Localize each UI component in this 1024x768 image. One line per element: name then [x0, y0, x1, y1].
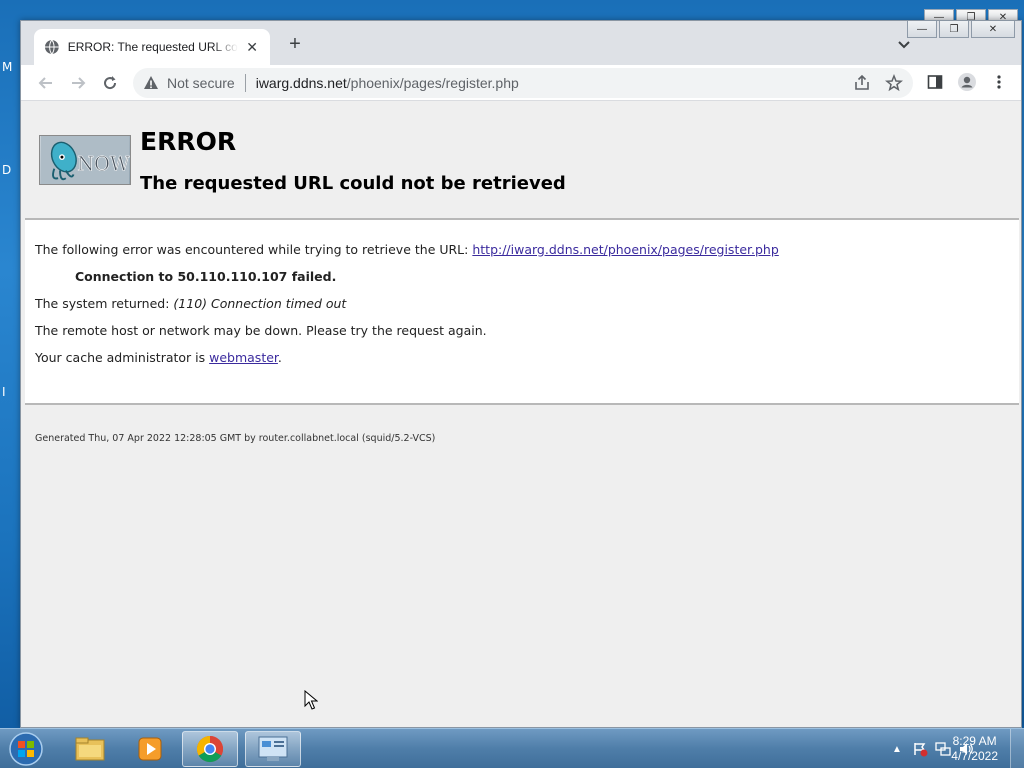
tab-close-icon[interactable]: ✕	[244, 39, 260, 56]
desktop-icon-label[interactable]: M	[2, 60, 12, 74]
arrow-right-icon	[72, 77, 86, 89]
start-button[interactable]	[6, 731, 46, 767]
arrow-left-icon	[38, 77, 52, 89]
tab-title: ERROR: The requested URL could not be re…	[67, 40, 239, 54]
maximize-button[interactable]: ❐	[939, 21, 969, 38]
tray-expand-icon[interactable]: ▲	[889, 741, 905, 757]
connection-failed-text: Connection to 50.110.110.107 failed.	[75, 269, 337, 284]
tab-active[interactable]: ERROR: The requested URL could not be re…	[34, 29, 270, 65]
retry-hint-text: The remote host or network may be down. …	[35, 323, 487, 338]
desktop-icon-label[interactable]: D	[2, 163, 11, 177]
generated-footer: Generated Thu, 07 Apr 2022 12:28:05 GMT …	[35, 433, 436, 444]
error-body: The following error was encountered whil…	[25, 220, 1019, 403]
system-returned-line: The system returned: (110) Connection ti…	[35, 296, 346, 311]
error-url-link[interactable]: http://iwarg.ddns.net/phoenix/pages/regi…	[472, 242, 778, 257]
url-host[interactable]: iwarg.ddns.net	[256, 75, 347, 91]
svg-text:NOW: NOW	[77, 153, 130, 176]
error-url-line: The following error was encountered whil…	[35, 242, 779, 257]
taskbar-control-panel[interactable]	[245, 731, 301, 767]
back-button[interactable]	[35, 72, 57, 94]
minimize-button[interactable]: —	[907, 21, 937, 38]
error-header: NOW ERROR The requested URL could not be…	[21, 101, 1021, 218]
cache-admin-prefix: Your cache administrator is	[35, 350, 210, 365]
omnibox-actions	[853, 74, 903, 92]
address-bar[interactable]: Not secure iwarg.ddns.net/phoenix/pages/…	[133, 68, 913, 98]
control-panel-icon	[258, 736, 288, 761]
url-path[interactable]: /phoenix/pages/register.php	[347, 75, 519, 91]
clock-date: 4/7/2022	[951, 749, 998, 763]
menu-icon[interactable]	[989, 72, 1009, 92]
window-controls: — ❐ ✕	[907, 21, 1015, 38]
profile-icon[interactable]	[957, 72, 977, 92]
omnibox-divider	[244, 74, 246, 92]
new-tab-button[interactable]: +	[284, 34, 306, 56]
webmaster-link[interactable]: webmaster	[209, 350, 278, 365]
system-returned-prefix: The system returned:	[35, 296, 174, 311]
browser-toolbar: Not secure iwarg.ddns.net/phoenix/pages/…	[21, 65, 1021, 101]
clock-time: 8:29 AM	[952, 734, 997, 748]
security-label[interactable]: Not secure	[167, 75, 235, 91]
network-icon[interactable]	[935, 741, 951, 757]
globe-icon	[44, 39, 59, 55]
show-desktop-button[interactable]	[1010, 729, 1024, 768]
browser-window: ERROR: The requested URL could not be re…	[20, 20, 1022, 728]
forward-button[interactable]	[67, 72, 89, 94]
page-subtitle: The requested URL could not be retrieved	[140, 173, 566, 194]
system-clock[interactable]: 8:29 AM 4/7/2022	[951, 734, 998, 764]
system-returned-value: (110) Connection timed out	[173, 296, 347, 311]
star-icon[interactable]	[885, 74, 903, 92]
desktop-icon-label[interactable]: I	[2, 385, 6, 399]
action-center-icon[interactable]	[912, 741, 928, 757]
reload-icon	[104, 76, 117, 90]
taskbar: ▲ 8:29 AM 4/7/2022	[0, 728, 1024, 768]
reload-button[interactable]	[99, 72, 121, 94]
toolbar-actions	[925, 72, 1009, 92]
cache-admin-suffix: .	[277, 350, 282, 365]
page-content: NOW ERROR The requested URL could not be…	[21, 101, 1021, 727]
divider	[25, 403, 1019, 405]
media-player-icon	[138, 737, 162, 761]
mouse-cursor-icon	[304, 690, 318, 710]
tab-strip: ERROR: The requested URL could not be re…	[21, 21, 1021, 65]
taskbar-chrome[interactable]	[182, 731, 238, 767]
warning-icon[interactable]	[143, 75, 159, 91]
squid-logo: NOW	[39, 135, 131, 185]
taskbar-media-player[interactable]	[122, 731, 178, 767]
page-title: ERROR	[140, 127, 237, 156]
share-icon[interactable]	[853, 74, 871, 92]
desktop: M D I	[0, 0, 22, 728]
folder-icon	[75, 737, 105, 761]
taskbar-file-explorer[interactable]	[62, 731, 118, 767]
side-panel-icon[interactable]	[925, 72, 945, 92]
cache-admin-line: Your cache administrator is webmaster.	[35, 350, 282, 365]
chrome-icon	[196, 735, 224, 763]
close-button[interactable]: ✕	[971, 21, 1015, 38]
error-url-prefix: The following error was encountered whil…	[35, 242, 473, 257]
